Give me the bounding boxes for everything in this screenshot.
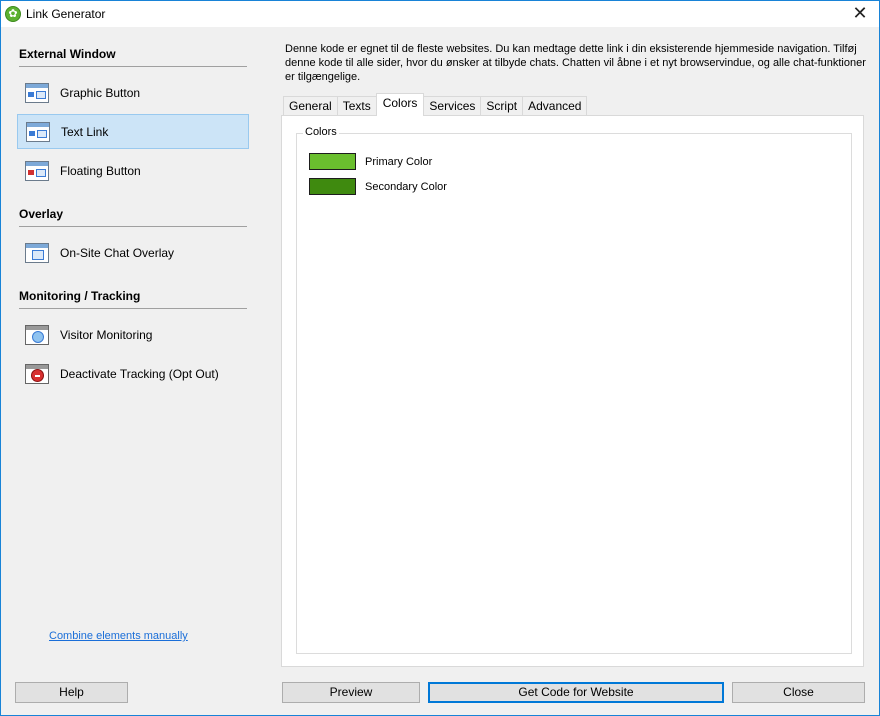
section-overlay: Overlay	[19, 207, 247, 227]
tab-colors[interactable]: Colors	[375, 93, 425, 116]
colors-group-title: Colors	[303, 126, 339, 138]
tab-general[interactable]: General	[283, 96, 338, 116]
description-text: Denne kode er egnet til de fleste websit…	[285, 43, 866, 83]
close-button[interactable]: Close	[732, 682, 865, 703]
sidebar-item-label: Text Link	[61, 124, 109, 139]
primary-color-row: Primary Color	[309, 153, 432, 170]
sidebar-item-graphic-button[interactable]: Graphic Button	[17, 75, 249, 110]
sidebar-item-text-link[interactable]: Text Link	[17, 114, 249, 149]
sidebar-item-label: Deactivate Tracking (Opt Out)	[60, 366, 219, 381]
close-window-icon[interactable]: ✕	[847, 3, 873, 25]
app-icon: ✿	[5, 6, 21, 22]
colors-group: Colors Primary Color Secondary Color	[296, 126, 852, 654]
section-external-window: External Window	[19, 47, 247, 67]
combine-elements-link[interactable]: Combine elements manually	[49, 630, 188, 642]
primary-color-swatch[interactable]	[309, 153, 356, 170]
visitor-monitoring-icon	[25, 324, 49, 345]
tab-advanced[interactable]: Advanced	[522, 96, 588, 116]
sidebar-item-floating-button[interactable]: Floating Button	[17, 153, 249, 188]
sidebar-item-visitor-monitoring[interactable]: Visitor Monitoring	[17, 317, 249, 352]
help-button[interactable]: Help	[15, 682, 128, 703]
sidebar: External Window Graphic Button Text Link…	[1, 27, 264, 691]
secondary-color-label: Secondary Color	[365, 180, 447, 193]
link-generator-window: ✿ Link Generator ✕ External Window Graph…	[0, 0, 880, 716]
sidebar-item-label: Visitor Monitoring	[60, 327, 153, 342]
tab-strip: General Texts Colors Services Script Adv…	[283, 93, 588, 116]
tab-script[interactable]: Script	[480, 96, 524, 116]
tab-services[interactable]: Services	[423, 96, 482, 116]
sidebar-item-label: Floating Button	[60, 163, 141, 178]
text-link-icon	[26, 121, 50, 142]
tab-texts[interactable]: Texts	[336, 96, 377, 116]
sidebar-item-deactivate-tracking[interactable]: Deactivate Tracking (Opt Out)	[17, 356, 249, 391]
secondary-color-row: Secondary Color	[309, 178, 447, 195]
primary-color-label: Primary Color	[365, 155, 433, 168]
colors-tab-panel: Colors Primary Color Secondary Color	[281, 115, 864, 667]
window-title: Link Generator	[26, 7, 106, 21]
chat-overlay-icon	[25, 242, 49, 263]
floating-button-icon	[25, 160, 49, 181]
sidebar-item-on-site-chat-overlay[interactable]: On-Site Chat Overlay	[17, 235, 249, 270]
deactivate-tracking-icon	[25, 363, 49, 384]
section-monitoring-tracking: Monitoring / Tracking	[19, 289, 247, 309]
get-code-button[interactable]: Get Code for Website	[428, 682, 724, 703]
graphic-button-icon	[25, 82, 49, 103]
sidebar-item-label: On-Site Chat Overlay	[60, 245, 175, 260]
sidebar-item-label: Graphic Button	[60, 85, 141, 100]
secondary-color-swatch[interactable]	[309, 178, 356, 195]
preview-button[interactable]: Preview	[282, 682, 420, 703]
title-bar: ✿ Link Generator ✕	[1, 1, 879, 27]
